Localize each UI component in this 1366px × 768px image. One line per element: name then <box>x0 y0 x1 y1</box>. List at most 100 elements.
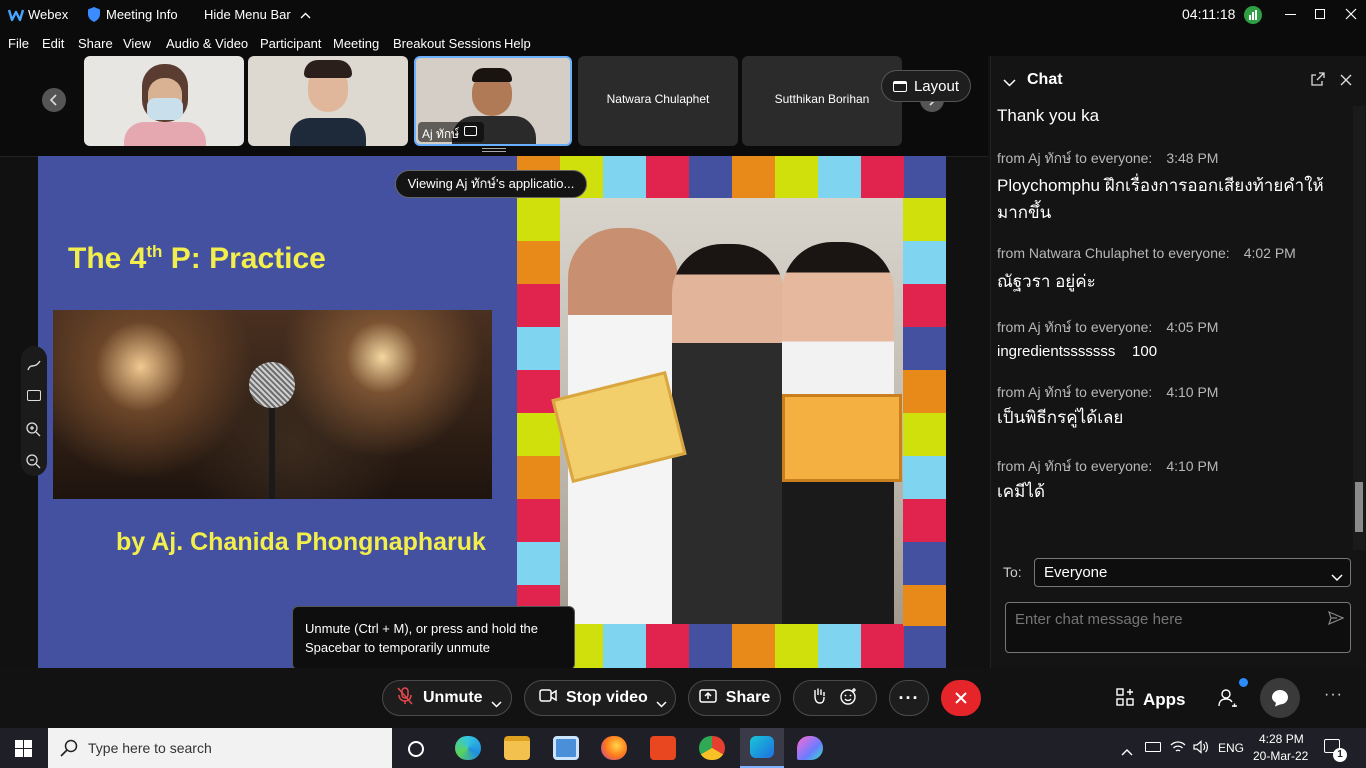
chat-message-time: 4:10 PM <box>1166 458 1219 474</box>
slide-title-superscript: th <box>146 242 163 261</box>
chat-toggle-button[interactable] <box>1260 678 1300 718</box>
menu-breakout-sessions[interactable]: Breakout Sessions <box>393 36 501 51</box>
battery-icon[interactable] <box>1145 742 1161 752</box>
meeting-controls: Unmute Stop video Share ··· Apps ··· <box>0 668 1366 728</box>
annotate-pen-icon[interactable] <box>27 358 41 377</box>
chat-message-sender: from Aj ทักษ์ to everyone: <box>997 458 1153 474</box>
chat-message-header: from Aj ทักษ์ to everyone: 4:05 PM <box>997 317 1218 339</box>
hide-menu-bar-label: Hide Menu Bar <box>204 7 291 22</box>
chat-scrollbar-thumb[interactable] <box>1355 482 1363 532</box>
chat-message-body: เป็นพิธีกรคู่ได้เลย <box>997 408 1124 427</box>
minimize-icon[interactable] <box>1285 14 1296 15</box>
slide-title-part: The 4 <box>68 242 147 275</box>
menu-share[interactable]: Share <box>78 36 113 51</box>
apps-button[interactable]: Apps <box>1116 688 1186 711</box>
menu-audio-video[interactable]: Audio & Video <box>166 36 248 51</box>
stop-video-button[interactable]: Stop video <box>524 680 676 716</box>
chat-message-header: from Aj ทักษ์ to everyone: 3:48 PM <box>997 148 1218 170</box>
office-icon[interactable] <box>650 736 676 760</box>
task-view-icon[interactable] <box>408 741 424 757</box>
leave-meeting-button[interactable] <box>941 680 981 716</box>
shield-icon <box>88 7 100 27</box>
video-camera-icon <box>539 689 557 707</box>
raise-hand-icon[interactable] <box>812 687 826 709</box>
control-panel-icon[interactable] <box>553 736 579 760</box>
meeting-info-button[interactable]: Meeting Info <box>106 7 178 22</box>
screen-control-icon[interactable] <box>27 390 41 401</box>
close-chat-icon[interactable] <box>1340 73 1352 91</box>
chat-message-body: Thank you ka <box>997 106 1100 125</box>
slide-title-part: P: Practice <box>162 242 326 275</box>
chat-message-sender: from Aj ทักษ์ to everyone: <box>997 150 1153 166</box>
recipient-select[interactable]: Everyone <box>1034 558 1351 587</box>
mosaic-right-column <box>903 198 946 626</box>
taskbar-date[interactable]: 20-Mar-22 <box>1253 749 1308 763</box>
share-label: Share <box>725 689 771 706</box>
unmute-button[interactable]: Unmute <box>382 680 512 716</box>
menu-edit[interactable]: Edit <box>42 36 64 51</box>
microphone-head <box>249 362 295 408</box>
zoom-out-icon[interactable] <box>26 454 41 474</box>
unmute-options-chevron-icon[interactable] <box>491 695 502 713</box>
hide-menu-bar-button[interactable]: Hide Menu Bar <box>204 7 311 22</box>
menu-help[interactable]: Help <box>504 36 531 51</box>
reactions-icon[interactable] <box>840 687 858 710</box>
chat-message-list[interactable]: Thank you ka from Aj ทักษ์ to everyone: 3… <box>991 100 1351 548</box>
windows-start-icon[interactable] <box>15 740 32 762</box>
chat-input-box[interactable] <box>1005 602 1351 653</box>
send-icon[interactable] <box>1328 610 1345 630</box>
webex-taskbar-button[interactable] <box>740 728 784 768</box>
to-label: To: <box>1003 564 1022 580</box>
viewing-label[interactable]: Viewing Aj ทักษ์'s applicatio... <box>395 170 587 198</box>
volume-icon[interactable] <box>1193 740 1209 759</box>
chat-title: Chat <box>1027 71 1063 88</box>
wifi-icon[interactable] <box>1170 740 1186 759</box>
more-options-button[interactable]: ··· <box>889 680 929 716</box>
participant-video-2[interactable] <box>248 56 408 146</box>
participant-video-active-speaker[interactable]: Aj ทักษ์ <box>414 56 572 146</box>
more-dots-icon[interactable]: ··· <box>1324 686 1343 704</box>
chat-message-input[interactable] <box>1015 609 1315 629</box>
participant-video-1[interactable] <box>84 56 244 146</box>
zoom-in-icon[interactable] <box>26 422 41 442</box>
chrome-icon[interactable] <box>699 736 725 760</box>
file-explorer-icon[interactable] <box>504 736 530 760</box>
restore-icon[interactable] <box>1315 9 1325 19</box>
input-language[interactable]: ENG <box>1218 741 1244 755</box>
participant-tile-sutthikan[interactable]: Sutthikan Borihan <box>742 56 902 146</box>
scroll-left-button[interactable] <box>42 88 66 112</box>
chat-scrollbar[interactable] <box>1353 106 1365 550</box>
participants-icon[interactable] <box>1218 689 1238 712</box>
apps-grid-icon <box>1116 688 1134 711</box>
menu-participant[interactable]: Participant <box>260 36 321 51</box>
chat-message-body: เคมีได้ <box>997 482 1045 501</box>
chat-message-time: 3:48 PM <box>1166 150 1219 166</box>
annotation-toolbar <box>21 346 47 476</box>
paint-app-icon[interactable] <box>797 736 823 760</box>
layout-button[interactable]: Layout <box>881 70 971 102</box>
firefox-icon[interactable] <box>601 736 627 760</box>
resize-handle[interactable] <box>482 148 506 152</box>
network-stats-icon[interactable] <box>1244 6 1262 24</box>
menu-bar: File Edit Share View Audio & Video Parti… <box>0 30 1366 56</box>
show-hidden-icons-chevron-icon[interactable] <box>1121 743 1133 761</box>
screen-share-icon <box>464 126 477 136</box>
menu-meeting[interactable]: Meeting <box>333 36 379 51</box>
unmute-label: Unmute <box>423 689 483 706</box>
menu-view[interactable]: View <box>123 36 151 51</box>
edge-browser-icon[interactable] <box>455 736 481 760</box>
pop-out-icon[interactable] <box>1311 72 1325 91</box>
share-button[interactable]: Share <box>688 680 781 716</box>
recipient-value: Everyone <box>1044 564 1108 581</box>
participant-tile-natwara[interactable]: Natwara Chulaphet <box>578 56 738 146</box>
menu-file[interactable]: File <box>8 36 29 51</box>
video-options-chevron-icon[interactable] <box>656 695 667 713</box>
close-window-icon[interactable] <box>1345 7 1357 25</box>
participant-shirt <box>290 118 366 146</box>
taskbar-search-box[interactable]: Type here to search <box>48 728 392 768</box>
unmute-tooltip-text: Unmute (Ctrl + M), or press and hold the… <box>305 621 539 655</box>
chevron-down-icon[interactable] <box>1003 74 1016 92</box>
app-name: Webex <box>28 7 69 22</box>
search-icon <box>60 739 78 762</box>
taskbar-time[interactable]: 4:28 PM <box>1259 732 1304 746</box>
